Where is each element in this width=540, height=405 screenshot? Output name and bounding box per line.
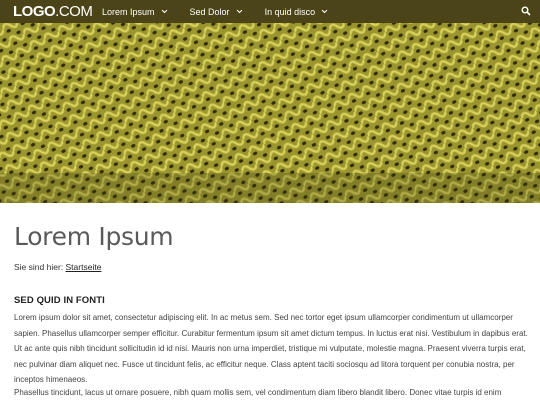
logo-light-text: .COM (55, 3, 93, 20)
chevron-down-icon (236, 9, 242, 14)
knitted-fabric-image (0, 23, 540, 203)
breadcrumb: Sie sind hier: Startseite (14, 262, 101, 272)
nav-item-in-quid-disco[interactable]: In quid disco (265, 0, 329, 23)
chevron-down-icon (321, 9, 328, 14)
nav-item-sed-dolor[interactable]: Sed Dolor (190, 0, 243, 23)
nav-item-lorem-ipsum[interactable]: Lorem Ipsum (102, 0, 168, 23)
page-title: Lorem Ipsum (14, 222, 174, 251)
top-navigation-bar: LOGO.COM Lorem Ipsum Sed Dolor In quid d… (0, 0, 540, 23)
paragraph: Phasellus tincidunt, lacus ut ornare pos… (14, 388, 502, 397)
paragraph: Lorem ipsum dolor sit amet, consectetur … (14, 313, 528, 385)
hero-image (0, 23, 540, 203)
breadcrumb-prefix: Sie sind hier: (14, 262, 64, 272)
logo-bold-text: LOGO (13, 3, 56, 20)
nav-item-label: Sed Dolor (189, 6, 230, 17)
site-logo[interactable]: LOGO.COM (13, 2, 93, 21)
search-icon[interactable] (521, 6, 531, 16)
nav-item-label: Lorem Ipsum (102, 6, 155, 17)
section-heading: SED QUID IN FONTI (14, 295, 105, 306)
chevron-down-icon (161, 9, 167, 14)
main-nav: Lorem Ipsum Sed Dolor In quid disco (102, 0, 350, 23)
breadcrumb-link-startseite[interactable]: Startseite (66, 262, 102, 272)
nav-item-label: In quid disco (264, 6, 316, 17)
